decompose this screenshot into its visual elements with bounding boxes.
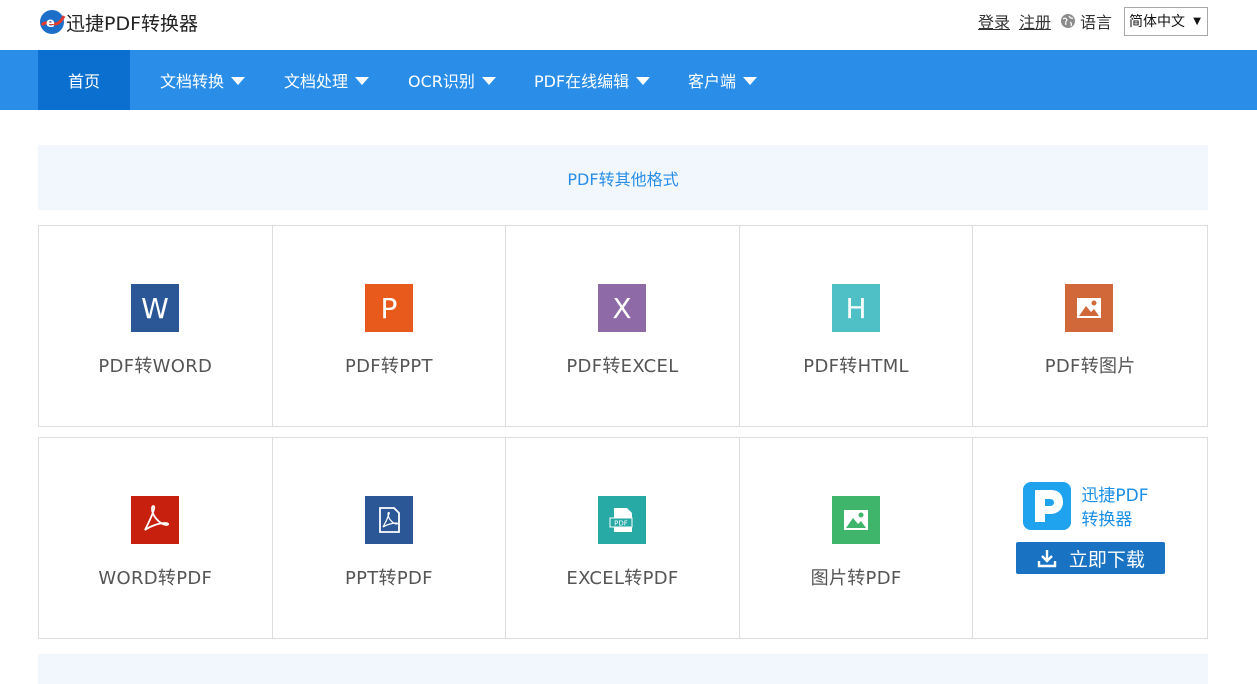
nav-item-label: 文档转换 [160, 72, 225, 91]
caret-down-icon [743, 77, 758, 85]
excel-icon: X [598, 284, 647, 332]
language-selected-value: 简体中文 [1129, 14, 1185, 30]
caret-down-icon [636, 77, 651, 85]
promo-title-line-1: 迅捷PDF [1081, 486, 1149, 506]
download-promo: 迅捷PDF 转换器 立即下载 [973, 438, 1207, 638]
svg-text:P: P [380, 292, 397, 325]
section-title: PDF转其他格式 [567, 169, 679, 189]
conversion-card-label: PDF转WORD [98, 356, 213, 377]
svg-text:PDF: PDF [614, 520, 628, 528]
nav-item-1[interactable]: 文档转换 [130, 50, 254, 110]
section-header: PDF转其他格式 [38, 145, 1208, 210]
caret-down-icon [481, 77, 496, 85]
html-icon: H [831, 284, 880, 332]
download-promo-card: 迅捷PDF 转换器 立即下载 [973, 438, 1207, 638]
conversion-card-label: PDF转PPT [344, 356, 433, 377]
conversion-grid-row-2: WORD转PDF PPT转PDF PDF EXCEL转PDF 图片转PDF 迅捷PDF … [38, 437, 1208, 639]
conversion-card-label: 图片转PDF [810, 568, 902, 589]
nav-item-label: 文档处理 [284, 72, 349, 91]
conversion-card[interactable]: PPT转PDF [273, 438, 507, 638]
conversion-card-label: EXCEL转PDF [566, 568, 679, 589]
app-logo-icon [1023, 482, 1072, 530]
svg-text:W: W [141, 292, 169, 325]
download-icon [1037, 550, 1057, 568]
word-icon: W [131, 284, 179, 332]
nav-item-label: 首页 [67, 72, 100, 91]
account-area: 登录 注册 语言 简体中文 ▼ [978, 6, 1208, 36]
conversion-card[interactable]: X PDF转EXCEL [506, 226, 740, 426]
nav-item-4[interactable]: PDF在线编辑 [504, 50, 658, 110]
next-section-header [38, 654, 1208, 684]
nav-item-label: PDF在线编辑 [534, 72, 630, 91]
acrobat-icon [131, 496, 179, 544]
caret-down-icon [231, 77, 246, 85]
svg-text:X: X [613, 292, 632, 325]
logo-icon: e [40, 10, 66, 34]
language-label: 语言 [1079, 13, 1112, 32]
globe-icon [1060, 14, 1075, 28]
conversion-card[interactable]: PDF EXCEL转PDF [506, 438, 740, 638]
nav-item-2[interactable]: 文档处理 [254, 50, 378, 110]
conversion-card-label: PPT转PDF [344, 568, 433, 589]
conversion-card[interactable]: WORD转PDF [39, 438, 273, 638]
conversion-card-label: PDF转图片 [1044, 356, 1136, 377]
caret-down-icon [355, 77, 370, 85]
register-link[interactable]: 注册 [1019, 9, 1051, 33]
conversion-card[interactable]: 图片转PDF [740, 438, 974, 638]
promo-title: 迅捷PDF 转换器 [1081, 484, 1148, 532]
login-link[interactable]: 登录 [978, 9, 1010, 33]
app-title: 迅捷PDF转换器 [66, 12, 199, 35]
conversion-card[interactable]: H PDF转HTML [740, 226, 974, 426]
conversion-card[interactable]: PDF转图片 [973, 226, 1207, 426]
pdf-doc-icon [364, 496, 413, 544]
nav-item-3[interactable]: OCR识别 [378, 50, 504, 110]
conversion-card-label: WORD转PDF [98, 568, 213, 589]
svg-text:H: H [845, 292, 866, 325]
conversion-card[interactable]: W PDF转WORD [39, 226, 273, 426]
svg-text:e: e [46, 16, 55, 31]
conversion-grid-row-1: W PDF转WORD P PDF转PPT X PDF转EXCEL H PDF转HTML PDF转… [38, 225, 1208, 427]
download-button-label: 立即下载 [1068, 548, 1145, 571]
nav-item-label: OCR识别 [408, 72, 475, 91]
language-select[interactable]: 简体中文 ▼ [1124, 6, 1208, 36]
conversion-card-label: PDF转HTML [803, 356, 909, 377]
ppt-icon: P [364, 284, 413, 332]
pdf-file-icon: PDF [598, 496, 647, 544]
top-bar: e 迅捷PDF转换器 登录 注册 语言 简体中文 ▼ [0, 0, 1257, 50]
main-nav: 首页 文档转换 文档处理 OCR识别 PDF在线编辑 客户端 [0, 50, 1257, 110]
conversion-card-label: PDF转EXCEL [566, 356, 679, 377]
nav-item-label: 客户端 [688, 72, 737, 91]
nav-item-5[interactable]: 客户端 [658, 50, 778, 110]
picture-icon [831, 496, 880, 544]
nav-item-0[interactable]: 首页 [38, 50, 130, 110]
image-icon [1065, 284, 1114, 332]
dropdown-arrow-icon: ▼ [1193, 15, 1201, 27]
promo-title-line-2: 转换器 [1081, 510, 1133, 530]
site-logo[interactable]: e 迅捷PDF转换器 [38, 8, 198, 36]
conversion-card[interactable]: P PDF转PPT [273, 226, 507, 426]
download-button[interactable]: 立即下载 [1016, 542, 1166, 574]
